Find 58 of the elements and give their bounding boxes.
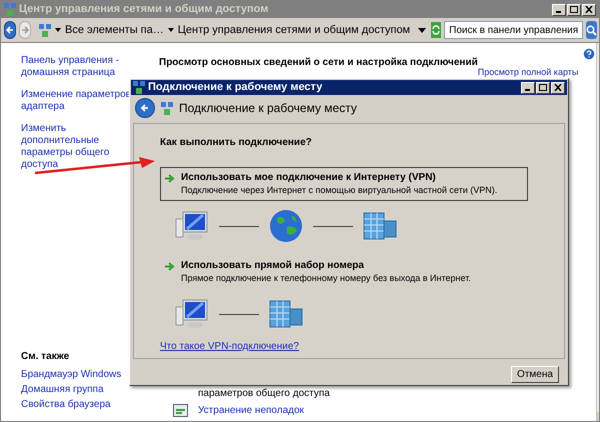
maximize-icon xyxy=(570,6,578,13)
connection-option[interactable]: Использовать прямой набор номера Прямое подключение к телефонному номеру без выхода в Интернет. xyxy=(160,255,528,289)
section-heading: Просмотр основных сведений о сети и настройка подключений xyxy=(159,56,478,70)
option-title: Использовать мое подключение к Интернету (VPN) xyxy=(181,172,437,184)
vpn-help-link[interactable]: Что такое VPN-подключение? xyxy=(160,339,299,354)
minimize-button[interactable] xyxy=(552,4,566,16)
option-description: Прямое подключение к телефонному номеру без выхода в Интернет. xyxy=(181,272,471,284)
globe-icon xyxy=(269,209,303,243)
network-icon xyxy=(161,102,173,114)
close-icon xyxy=(554,84,562,91)
maximize-button[interactable] xyxy=(536,82,550,94)
app-icon xyxy=(133,81,145,94)
server-icon xyxy=(269,300,303,328)
close-button[interactable] xyxy=(551,82,565,94)
sharing-settings-text: параметров общего доступа xyxy=(198,388,331,399)
troubleshoot-link[interactable]: Устранение неполадок xyxy=(198,403,304,418)
computer-icon xyxy=(175,299,209,329)
caret-icon[interactable] xyxy=(55,28,61,32)
back-button[interactable] xyxy=(135,98,155,118)
network-icon xyxy=(39,24,51,36)
question-text: Как выполнить подключение? xyxy=(160,136,313,150)
arrow-left-icon xyxy=(5,25,15,35)
search-icon xyxy=(586,24,598,36)
see-also-link[interactable]: Свойства браузера xyxy=(21,399,151,410)
see-also-heading: См. также xyxy=(21,350,70,364)
app-icon xyxy=(4,3,16,16)
back-button[interactable] xyxy=(4,21,16,39)
refresh-icon xyxy=(431,25,442,35)
dialog-header: Подключение к рабочему месту xyxy=(179,100,357,117)
dialog-title: Подключение к рабочему месту xyxy=(148,80,324,96)
minimize-button[interactable] xyxy=(521,82,535,94)
sidebar-link[interactable]: Панель управления - домашняя страница xyxy=(21,55,141,79)
arrow-right-icon xyxy=(165,174,175,183)
caret-icon[interactable] xyxy=(168,28,174,32)
dropdown-caret-icon[interactable] xyxy=(418,28,426,32)
option-description: Подключение через Интернет с помощью виртуальной частной сети (VPN). xyxy=(181,184,498,196)
server-icon xyxy=(363,212,397,240)
arrow-right-icon xyxy=(20,25,30,35)
help-icon[interactable] xyxy=(582,47,596,61)
see-also-link[interactable]: Домашняя группа xyxy=(21,384,151,395)
arrow-left-icon xyxy=(140,103,150,113)
search-field[interactable]: Поиск в панели управления xyxy=(444,21,584,39)
computer-icon xyxy=(175,211,209,241)
close-icon xyxy=(585,6,593,13)
troubleshoot-icon xyxy=(173,404,188,417)
maximize-button[interactable] xyxy=(567,4,581,16)
breadcrumb-item[interactable]: Все элементы па… xyxy=(65,22,164,38)
option-title: Использовать прямой набор номера xyxy=(181,260,365,272)
refresh-button[interactable] xyxy=(431,22,442,38)
full-map-link[interactable]: Просмотр полной карты xyxy=(478,67,578,77)
search-button[interactable] xyxy=(586,21,598,39)
cancel-button[interactable]: Отмена xyxy=(511,366,559,383)
close-button[interactable] xyxy=(582,4,596,16)
breadcrumb-item[interactable]: Центр управления сетями и общим доступом xyxy=(178,22,410,38)
maximize-icon xyxy=(539,84,547,91)
connection-option[interactable]: Использовать мое подключение к Интернету (VPN) Подключение через Интернет с помощью виртуальной частной сети (VPN). xyxy=(160,167,528,201)
window-title: Центр управления сетями и общим доступом xyxy=(19,2,270,18)
arrow-right-icon xyxy=(165,262,175,271)
